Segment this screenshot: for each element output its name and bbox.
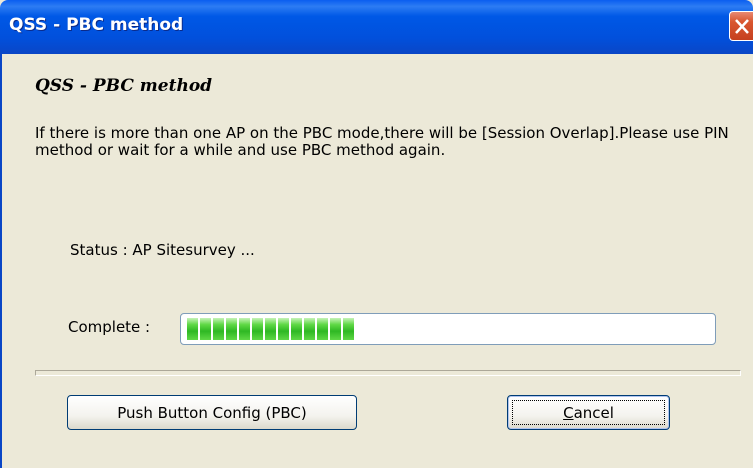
cancel-button[interactable]: Cancel (507, 395, 670, 430)
close-icon (735, 19, 749, 34)
dialog-heading: QSS - PBC method (35, 76, 213, 96)
progress-segment (252, 318, 263, 340)
progress-segment (304, 318, 315, 340)
close-button[interactable] (729, 11, 753, 41)
pbc-button-label: Push Button Config (PBC) (117, 403, 307, 422)
qss-pbc-dialog: QSS - PBC method QSS - PBC method If the… (0, 0, 753, 468)
window-frame-left (0, 54, 2, 468)
progress-bar (180, 313, 716, 345)
separator (35, 370, 741, 376)
window-title: QSS - PBC method (9, 15, 184, 35)
complete-label: Complete : (68, 318, 151, 336)
progress-segment (187, 318, 198, 340)
push-button-config-button[interactable]: Push Button Config (PBC) (67, 395, 357, 430)
progress-segment (317, 318, 328, 340)
progress-segment (330, 318, 341, 340)
title-bar[interactable]: QSS - PBC method (0, 0, 753, 54)
progress-segment (291, 318, 302, 340)
status-text: Status : AP Sitesurvey ... (70, 241, 255, 259)
progress-segment (343, 318, 354, 340)
info-text: If there is more than one AP on the PBC … (35, 124, 729, 159)
progress-segment (226, 318, 237, 340)
progress-segment (265, 318, 276, 340)
progress-segment (200, 318, 211, 340)
focus-rectangle (512, 400, 665, 425)
progress-segment (239, 318, 250, 340)
progress-fill (187, 318, 709, 340)
progress-segment (278, 318, 289, 340)
progress-segment (213, 318, 224, 340)
